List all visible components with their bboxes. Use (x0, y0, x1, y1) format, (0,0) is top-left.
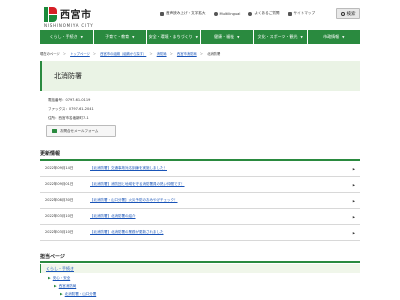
globe-icon (213, 11, 218, 16)
chevron-right-icon: ▶ (352, 182, 355, 187)
breadcrumb: 現在のページ＞ トップページ＞ 西宮市の組織（組織から探す）＞ 消防局＞ 西宮市… (40, 52, 221, 56)
global-nav: くらし・手続き ▼ 子育て・教育 ▼ 安全・環境・まちづくり ▼ 健康・福祉 ▼ 文化・… (40, 30, 360, 44)
title-panel: 北消防署 (40, 61, 360, 91)
nav-item-living[interactable]: くらし・手続き ▼ (40, 30, 93, 44)
section-category-link[interactable]: くらし・手続き (40, 264, 360, 273)
breadcrumb-fire-dept[interactable]: 西宮市消防局 (177, 52, 197, 56)
utility-links: 音声読み上げ・文字拡大 Multilingual よくあるご質問 サイトマップ (160, 11, 315, 16)
news-link[interactable]: 【北消防署】交通事故対応訓練を実施しました！ (90, 166, 167, 171)
multilingual-link[interactable]: Multilingual (213, 11, 240, 16)
nav-item-safety[interactable]: 安全・環境・まちづくり ▼ (147, 30, 200, 44)
news-item[interactable]: 2022年08月30日 【北消防署・山口分署】火災予防のおみやげチェック！ ▶ (40, 193, 360, 209)
news-link[interactable]: 【北消防署・山口分署】火災予防のおみやげチェック！ (90, 198, 178, 203)
chevron-down-icon: ▼ (195, 35, 198, 39)
fax-number: ファックス：0797-61-2041 (48, 107, 94, 111)
divider (40, 261, 360, 263)
chevron-down-icon: ▼ (132, 35, 135, 39)
phone-number: 電話番号：0797-61-0119 (48, 98, 91, 102)
triangle-right-icon: ▶ (60, 292, 63, 296)
breadcrumb-current: 北消防署 (207, 52, 221, 56)
news-item[interactable]: 2022年03月10日 【北消防署】北消防署の業務が更新されました ▶ (40, 225, 360, 241)
section-heading: 担当ページ (40, 254, 65, 260)
chevron-down-icon: ▼ (300, 35, 303, 39)
site-header: 西宮市 NISHINOMIYA CITY 音声読み上げ・文字拡大 Multili… (0, 0, 400, 30)
accessibility-link[interactable]: 音声読み上げ・文字拡大 (160, 11, 206, 16)
site-name[interactable]: 西宮市 (60, 6, 92, 21)
breadcrumb-org[interactable]: 西宮市の組織（組織から探す） (100, 52, 146, 56)
news-link[interactable]: 【北消防署】北消防署の業務が更新されました (90, 230, 164, 235)
sitemap-link[interactable]: サイトマップ (287, 11, 315, 16)
address: 住所：西宮市名塩新町7-1 (48, 116, 89, 120)
breadcrumb-top[interactable]: トップページ (70, 52, 90, 56)
sitemap-icon (287, 11, 292, 16)
section-sub-link[interactable]: ▶ 安心・安全 (48, 276, 70, 281)
chevron-right-icon: ▶ (352, 214, 355, 219)
news-list: 2022年09月14日 【北消防署】交通事故対応訓練を実施しました！ ▶ 202… (40, 161, 360, 241)
chevron-down-icon: ▼ (237, 35, 240, 39)
news-item[interactable]: 2022年09月01日 【北消防署】消防団と地域を守る消防署員の熱い仲間です！ … (40, 177, 360, 193)
mail-icon (52, 129, 57, 133)
chevron-down-icon: ▼ (80, 35, 83, 39)
mail-form-button[interactable]: お問合せメールフォーム (46, 125, 116, 137)
page-title: 北消防署 (54, 72, 82, 80)
triangle-right-icon: ▶ (54, 284, 57, 288)
question-icon (248, 11, 253, 16)
nav-item-health[interactable]: 健康・福祉 ▼ (200, 30, 253, 44)
chevron-right-icon: ▶ (352, 198, 355, 203)
news-heading: 更新情報 (40, 151, 61, 157)
chevron-right-icon: ▶ (352, 166, 355, 171)
search-button[interactable]: 検索 (336, 8, 360, 19)
section-sub-link[interactable]: ▶ 北消防署・山口分署 (60, 292, 96, 297)
nav-item-cityinfo[interactable]: 市政情報 ▼ (307, 30, 360, 44)
breadcrumb-fire-bureau[interactable]: 消防局 (157, 52, 167, 56)
contact-info: 電話番号：0797-61-0119 ファックス：0797-61-2041 住所：… (48, 96, 94, 123)
chevron-right-icon: ▶ (352, 230, 355, 235)
speaker-icon (160, 11, 164, 16)
city-logo[interactable] (44, 7, 57, 22)
section-sub-link[interactable]: ▶ 西宮消防局 (54, 284, 76, 289)
nav-item-culture[interactable]: 文化・スポーツ・観光 ▼ (254, 30, 307, 44)
news-link[interactable]: 【北消防署】消防団と地域を守る消防署員の熱い仲間です！ (90, 182, 185, 187)
nav-item-childcare[interactable]: 子育て・教育 ▼ (93, 30, 146, 44)
search-icon (340, 11, 345, 16)
faq-link[interactable]: よくあるご質問 (248, 11, 280, 16)
site-sub-name: NISHINOMIYA CITY (44, 23, 94, 28)
chevron-down-icon: ▼ (342, 35, 345, 39)
triangle-right-icon: ▶ (48, 276, 51, 280)
news-item[interactable]: 2022年03月10日 【北消防署】北消防署の紹介 ▶ (40, 209, 360, 225)
news-item[interactable]: 2022年09月14日 【北消防署】交通事故対応訓練を実施しました！ ▶ (40, 161, 360, 177)
news-link[interactable]: 【北消防署】北消防署の紹介 (90, 214, 136, 219)
